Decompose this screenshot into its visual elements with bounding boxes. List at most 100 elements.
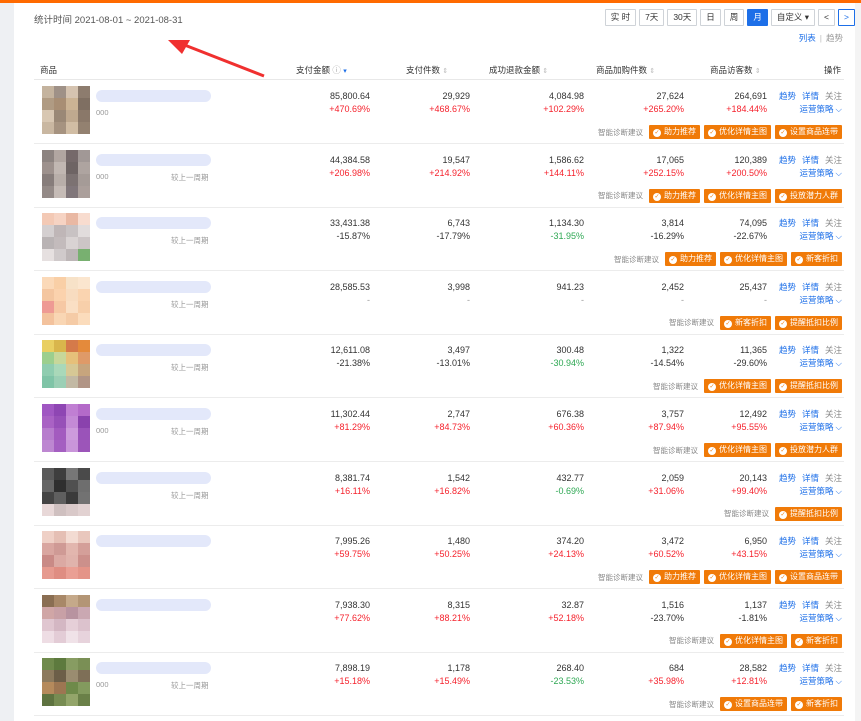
- prev-period-button[interactable]: <: [818, 9, 835, 26]
- chevron-down-icon[interactable]: ⌵: [836, 613, 842, 623]
- product-title-redacted[interactable]: [96, 535, 211, 548]
- product-title-redacted[interactable]: [96, 280, 211, 293]
- detail-link[interactable]: 详情: [802, 536, 819, 546]
- follow-link[interactable]: 关注: [825, 345, 842, 355]
- product-title-redacted[interactable]: [96, 217, 211, 230]
- col-refund-amount[interactable]: 成功退款金额 ⇕: [489, 64, 548, 76]
- scrollbar[interactable]: [855, 3, 861, 721]
- chevron-down-icon[interactable]: ⌵: [836, 358, 842, 368]
- chevron-down-icon[interactable]: ⌵: [836, 549, 842, 559]
- suggestion-button[interactable]: ✓ 提醒抵扣比例: [775, 506, 842, 521]
- product-thumbnail[interactable]: [42, 213, 90, 262]
- detail-link[interactable]: 详情: [802, 409, 819, 419]
- day-button[interactable]: 日: [700, 9, 721, 26]
- col-pay-amount[interactable]: 支付金额 ⓘ ▾: [296, 64, 347, 76]
- suggestion-button[interactable]: ✓ 投放潜力人群: [775, 188, 842, 203]
- chevron-down-icon[interactable]: ⌵: [836, 422, 842, 432]
- strategy-dropdown[interactable]: 运营策略: [800, 104, 834, 114]
- product-thumbnail[interactable]: [42, 594, 90, 643]
- product-thumbnail[interactable]: [42, 467, 90, 516]
- product-thumbnail[interactable]: [42, 340, 90, 389]
- follow-link[interactable]: 关注: [825, 536, 842, 546]
- custom-range-button[interactable]: 自定义 ▾: [770, 9, 815, 26]
- trend-link[interactable]: 趋势: [779, 91, 796, 101]
- trend-link[interactable]: 趋势: [779, 663, 796, 673]
- trend-link[interactable]: 趋势: [779, 282, 796, 292]
- follow-link[interactable]: 关注: [825, 155, 842, 165]
- product-title-redacted[interactable]: [96, 153, 211, 166]
- week-button[interactable]: 周: [723, 9, 745, 26]
- 30-days-button[interactable]: 30天: [667, 9, 698, 26]
- suggestion-button[interactable]: ✓ 优化详情主图: [720, 252, 787, 267]
- suggestion-button[interactable]: ✓ 设置商品连带: [775, 570, 842, 585]
- product-title-redacted[interactable]: [96, 408, 211, 420]
- trend-link[interactable]: 趋势: [779, 536, 796, 546]
- product-title-redacted[interactable]: [96, 598, 211, 611]
- suggestion-button[interactable]: ✓ 优化详情主图: [704, 125, 771, 139]
- trend-link[interactable]: 趋势: [779, 409, 796, 419]
- suggestion-button[interactable]: ✓ 助力推荐: [665, 252, 716, 267]
- trend-link[interactable]: 趋势: [779, 218, 796, 228]
- follow-link[interactable]: 关注: [825, 600, 842, 610]
- product-title-redacted[interactable]: [96, 344, 211, 357]
- next-period-button[interactable]: >: [838, 9, 855, 26]
- strategy-dropdown[interactable]: 运营策略: [800, 549, 834, 559]
- suggestion-button[interactable]: ✓ 新客折扣: [720, 315, 771, 330]
- realtime-button[interactable]: 实 时: [604, 9, 637, 26]
- follow-link[interactable]: 关注: [825, 663, 842, 673]
- suggestion-button[interactable]: ✓ 新客折扣: [791, 252, 842, 267]
- product-thumbnail[interactable]: [42, 86, 90, 134]
- chevron-down-icon[interactable]: ⌵: [836, 486, 842, 496]
- suggestion-button[interactable]: ✓ 优化详情主图: [704, 188, 771, 203]
- detail-link[interactable]: 详情: [802, 600, 819, 610]
- detail-link[interactable]: 详情: [802, 473, 819, 483]
- strategy-dropdown[interactable]: 运营策略: [800, 295, 834, 305]
- suggestion-button[interactable]: ✓ 优化详情主图: [704, 379, 771, 394]
- detail-link[interactable]: 详情: [802, 663, 819, 673]
- trend-link[interactable]: 趋势: [779, 345, 796, 355]
- strategy-dropdown[interactable]: 运营策略: [800, 358, 834, 368]
- view-trend-link[interactable]: 趋势: [826, 33, 843, 43]
- strategy-dropdown[interactable]: 运营策略: [800, 422, 834, 432]
- view-list-link[interactable]: 列表: [799, 33, 816, 43]
- strategy-dropdown[interactable]: 运营策略: [800, 613, 834, 623]
- chevron-down-icon[interactable]: ⌵: [836, 104, 842, 114]
- strategy-dropdown[interactable]: 运营策略: [800, 168, 834, 178]
- trend-link[interactable]: 趋势: [779, 600, 796, 610]
- trend-link[interactable]: 趋势: [779, 473, 796, 483]
- col-visitors[interactable]: 商品访客数 ⇕: [710, 64, 761, 76]
- strategy-dropdown[interactable]: 运营策略: [800, 676, 834, 686]
- product-thumbnail[interactable]: [42, 404, 90, 452]
- detail-link[interactable]: 详情: [802, 282, 819, 292]
- product-thumbnail[interactable]: [42, 531, 90, 580]
- detail-link[interactable]: 详情: [802, 345, 819, 355]
- suggestion-button[interactable]: ✓ 提醒抵扣比例: [775, 315, 842, 330]
- chevron-down-icon[interactable]: ⌵: [836, 676, 842, 686]
- suggestion-button[interactable]: ✓ 优化详情主图: [720, 633, 787, 648]
- follow-link[interactable]: 关注: [825, 218, 842, 228]
- suggestion-button[interactable]: ✓ 优化详情主图: [704, 570, 771, 585]
- suggestion-button[interactable]: ✓ 新客折扣: [791, 633, 842, 648]
- suggestion-button[interactable]: ✓ 新客折扣: [791, 697, 842, 712]
- follow-link[interactable]: 关注: [825, 409, 842, 419]
- detail-link[interactable]: 详情: [802, 155, 819, 165]
- suggestion-button[interactable]: ✓ 提醒抵扣比例: [775, 379, 842, 394]
- suggestion-button[interactable]: ✓ 设置商品连带: [720, 697, 787, 712]
- suggestion-button[interactable]: ✓ 设置商品连带: [775, 125, 842, 139]
- chevron-down-icon[interactable]: ⌵: [836, 168, 842, 178]
- suggestion-button[interactable]: ✓ 助力推荐: [649, 570, 700, 585]
- suggestion-button[interactable]: ✓ 投放潜力人群: [775, 443, 842, 457]
- suggestion-button[interactable]: ✓ 助力推荐: [649, 125, 700, 139]
- col-pay-count[interactable]: 支付件数 ⇕: [406, 64, 448, 76]
- detail-link[interactable]: 详情: [802, 218, 819, 228]
- product-title-redacted[interactable]: [96, 90, 211, 102]
- suggestion-button[interactable]: ✓ 优化详情主图: [704, 443, 771, 457]
- product-title-redacted[interactable]: [96, 471, 211, 484]
- suggestion-button[interactable]: ✓ 助力推荐: [649, 188, 700, 203]
- product-thumbnail[interactable]: [42, 658, 90, 707]
- strategy-dropdown[interactable]: 运营策略: [800, 231, 834, 241]
- detail-link[interactable]: 详情: [802, 91, 819, 101]
- product-title-redacted[interactable]: [96, 662, 211, 675]
- chevron-down-icon[interactable]: ⌵: [836, 295, 842, 305]
- product-thumbnail[interactable]: [42, 149, 90, 198]
